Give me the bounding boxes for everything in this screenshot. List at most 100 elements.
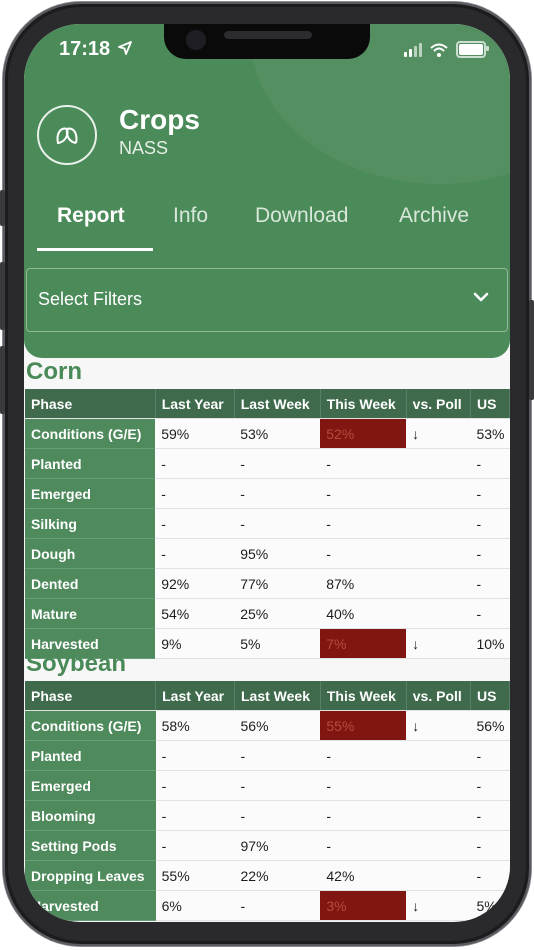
camera [186,30,206,50]
last-week-cell: - [234,800,321,831]
volume-up-button [0,262,5,330]
last-year-cell: 9% [155,628,235,659]
us-cell: 56% [470,710,510,741]
us-cell: - [470,800,510,831]
last-year-cell: 54% [155,598,235,629]
vs-poll-cell [406,740,471,771]
vs-poll-cell [406,508,471,539]
last-week-cell: 97% [234,830,321,861]
table-row: Blooming - - - - [25,800,510,831]
table-row: Conditions (G/E) 59% 53% 52% ↓ 53% [25,418,510,449]
col-header-this-week: This Week [320,681,407,711]
col-header-last-year: Last Year [155,681,235,711]
phase-cell: Dough [25,538,156,569]
us-cell: - [470,508,510,539]
col-header-vs-poll: vs. Poll [406,681,471,711]
phase-cell: Mature [25,598,156,629]
vs-poll-cell [406,770,471,801]
app-header: 17:18 Crops NASS Report Info Download Ar… [24,24,510,358]
us-cell: - [470,448,510,479]
last-year-cell: 58% [155,710,235,741]
tab-info[interactable]: Info [173,204,208,228]
col-header-last-week: Last Week [234,681,321,711]
this-week-cell: 40% [320,598,407,629]
app-subtitle: NASS [119,138,169,158]
last-year-cell: 59% [155,418,235,449]
this-week-cell: - [320,770,407,801]
table-row: Dented 92% 77% 87% - [25,568,510,599]
this-week-cell: 7% [320,628,407,659]
tab-bar: Report Info Download Archive [24,204,510,251]
last-year-cell: 55% [155,860,235,891]
last-year-cell: - [155,800,235,831]
vs-poll-cell [406,800,471,831]
phone-screen: 17:18 Crops NASS Report Info Download Ar… [24,24,510,922]
phase-cell: Conditions (G/E) [25,710,156,741]
last-week-cell: 5% [234,628,321,659]
us-cell: - [470,568,510,599]
vs-poll-cell: ↓ [406,628,471,659]
last-week-cell: 95% [234,538,321,569]
status-time: 17:18 [59,38,132,61]
select-filters-dropdown[interactable]: Select Filters [26,268,508,332]
last-year-cell: - [155,508,235,539]
phase-cell: Blooming [25,800,156,831]
this-week-cell: - [320,800,407,831]
col-header-vs-poll: vs. Poll [406,389,471,419]
vs-poll-cell [406,448,471,479]
vs-poll-cell [406,568,471,599]
this-week-cell: 52% [320,418,407,449]
table-header-row: Phase Last Year Last Week This Week vs. … [25,681,510,711]
us-cell: - [470,740,510,771]
last-year-cell: - [155,740,235,771]
phase-cell: Dented [25,568,156,599]
this-week-cell: - [320,478,407,509]
phase-cell: Silking [25,508,156,539]
us-cell: - [470,538,510,569]
col-header-us: US [470,681,510,711]
phase-cell: Planted [25,740,156,771]
this-week-cell: 42% [320,860,407,891]
table-row: Setting Pods -97% - - [25,830,510,861]
tab-report[interactable]: Report [57,204,125,228]
soybean-table: Phase Last Year Last Week This Week vs. … [25,681,510,921]
table-row: Silking - - - - [25,508,510,539]
us-cell: 53% [470,418,510,449]
active-tab-indicator [37,248,153,251]
select-filters-label: Select Filters [38,289,143,309]
phase-cell: Emerged [25,478,156,509]
speaker-grille [224,31,312,39]
us-cell: - [470,770,510,801]
phase-cell: Emerged [25,770,156,801]
leaf-icon [56,127,78,145]
section-title-soybean: Soybean [26,650,127,677]
table-row: Planted - - - - [25,740,510,771]
col-header-phase: Phase [25,681,157,711]
col-header-last-week: Last Week [234,389,321,419]
phase-cell: Dropping Leaves [25,860,156,891]
tab-archive[interactable]: Archive [399,204,469,228]
section-title-corn: Corn [26,358,82,385]
col-header-this-week: This Week [320,389,407,419]
table-row: Emerged - - - - [25,478,510,509]
phase-cell: Conditions (G/E) [25,418,156,449]
vs-poll-cell [406,538,471,569]
last-week-cell: 77% [234,568,321,599]
status-icons [404,41,489,58]
last-week-cell: - [234,890,321,921]
last-week-cell: 53% [234,418,321,449]
volume-down-button [0,346,5,414]
last-year-cell: - [155,770,235,801]
vs-poll-cell: ↓ [406,418,471,449]
this-week-cell: 87% [320,568,407,599]
last-year-cell: - [155,538,235,569]
table-row: Harvested 6% -3% ↓ 5% [25,890,510,921]
location-arrow-icon [117,41,132,55]
tab-download[interactable]: Download [255,204,348,228]
this-week-cell: - [320,740,407,771]
mute-switch [0,190,5,226]
last-week-cell: 25% [234,598,321,629]
table-row: Planted - - - - [25,448,510,479]
power-button [529,300,534,400]
us-cell: - [470,598,510,629]
